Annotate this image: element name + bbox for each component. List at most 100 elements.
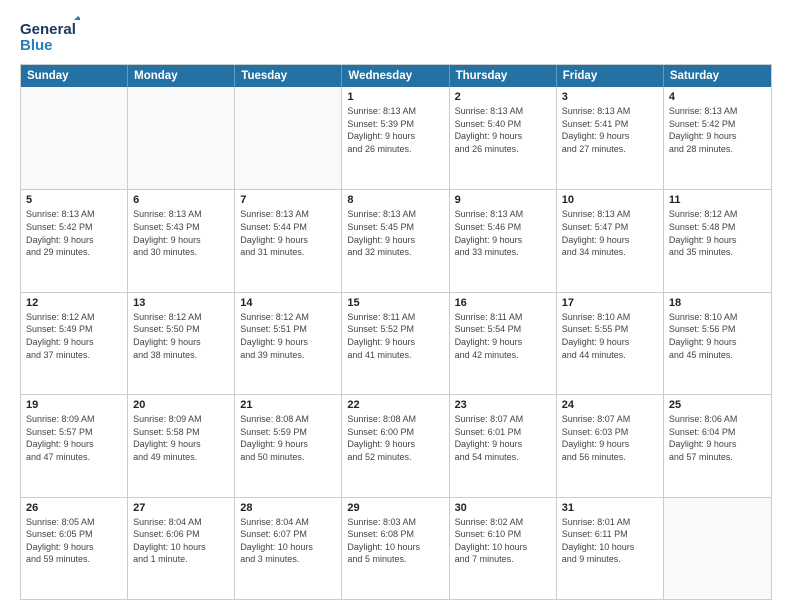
day-number: 1 <box>347 91 443 103</box>
day-info: Sunrise: 8:04 AM Sunset: 6:07 PM Dayligh… <box>240 516 336 566</box>
day-number: 23 <box>455 399 551 411</box>
day-info: Sunrise: 8:02 AM Sunset: 6:10 PM Dayligh… <box>455 516 551 566</box>
day-cell-10: 10 Sunrise: 8:13 AM Sunset: 5:47 PM Dayli… <box>557 190 664 291</box>
day-cell-29: 29 Sunrise: 8:03 AM Sunset: 6:08 PM Dayli… <box>342 498 449 599</box>
day-info: Sunrise: 8:08 AM Sunset: 6:00 PM Dayligh… <box>347 413 443 463</box>
svg-text:General: General <box>20 21 76 38</box>
day-cell-19: 19 Sunrise: 8:09 AM Sunset: 5:57 PM Dayli… <box>21 395 128 496</box>
day-cell-4: 4 Sunrise: 8:13 AM Sunset: 5:42 PM Daylig… <box>664 87 771 189</box>
day-number: 22 <box>347 399 443 411</box>
day-info: Sunrise: 8:13 AM Sunset: 5:40 PM Dayligh… <box>455 105 551 155</box>
calendar-week-3: 12Sunrise: 8:12 AM Sunset: 5:49 PM Dayli… <box>21 292 771 394</box>
day-number: 27 <box>133 502 229 514</box>
day-number: 11 <box>669 194 766 206</box>
logo: General Blue <box>20 16 80 56</box>
day-info: Sunrise: 8:08 AM Sunset: 5:59 PM Dayligh… <box>240 413 336 463</box>
day-number: 10 <box>562 194 658 206</box>
day-cell-28: 28 Sunrise: 8:04 AM Sunset: 6:07 PM Dayli… <box>235 498 342 599</box>
day-info: Sunrise: 8:12 AM Sunset: 5:50 PM Dayligh… <box>133 311 229 361</box>
day-info: Sunrise: 8:07 AM Sunset: 6:03 PM Dayligh… <box>562 413 658 463</box>
day-of-week-header: Saturday <box>664 65 771 87</box>
day-of-week-header: Tuesday <box>235 65 342 87</box>
calendar-week-4: 19 Sunrise: 8:09 AM Sunset: 5:57 PM Dayli… <box>21 394 771 496</box>
day-cell-8: 8 Sunrise: 8:13 AM Sunset: 5:45 PM Daylig… <box>342 190 449 291</box>
day-cell-17: 17 Sunrise: 8:10 AM Sunset: 5:55 PM Dayli… <box>557 293 664 394</box>
empty-cell <box>128 87 235 189</box>
day-info: Sunrise: 8:06 AM Sunset: 6:04 PM Dayligh… <box>669 413 766 463</box>
day-number: 15 <box>347 297 443 309</box>
day-info: Sunrise: 8:13 AM Sunset: 5:44 PM Dayligh… <box>240 208 336 258</box>
day-info: Sunrise: 8:10 AM Sunset: 5:55 PM Dayligh… <box>562 311 658 361</box>
day-number: 2 <box>455 91 551 103</box>
day-number: 14 <box>240 297 336 309</box>
day-number: 19 <box>26 399 122 411</box>
day-info: Sunrise: 8:13 AM Sunset: 5:39 PM Dayligh… <box>347 105 443 155</box>
day-cell-16: 16 Sunrise: 8:11 AM Sunset: 5:54 PM Dayli… <box>450 293 557 394</box>
day-info: Sunrise: 8:07 AM Sunset: 6:01 PM Dayligh… <box>455 413 551 463</box>
day-info: Sunrise: 8:13 AM Sunset: 5:43 PM Dayligh… <box>133 208 229 258</box>
day-number: 31 <box>562 502 658 514</box>
day-number: 8 <box>347 194 443 206</box>
day-info: Sunrise: 8:13 AM Sunset: 5:42 PM Dayligh… <box>669 105 766 155</box>
empty-cell <box>21 87 128 189</box>
day-of-week-header: Sunday <box>21 65 128 87</box>
day-cell-15: 15 Sunrise: 8:11 AM Sunset: 5:52 PM Dayli… <box>342 293 449 394</box>
svg-text:Blue: Blue <box>20 37 53 54</box>
day-number: 24 <box>562 399 658 411</box>
day-number: 16 <box>455 297 551 309</box>
header: General Blue <box>20 16 772 56</box>
day-number: 7 <box>240 194 336 206</box>
day-info: Sunrise: 8:13 AM Sunset: 5:46 PM Dayligh… <box>455 208 551 258</box>
day-number: 4 <box>669 91 766 103</box>
day-info: Sunrise: 8:03 AM Sunset: 6:08 PM Dayligh… <box>347 516 443 566</box>
day-cell-1: 1 Sunrise: 8:13 AM Sunset: 5:39 PM Daylig… <box>342 87 449 189</box>
day-cell-30: 30Sunrise: 8:02 AM Sunset: 6:10 PM Dayli… <box>450 498 557 599</box>
day-number: 29 <box>347 502 443 514</box>
day-info: Sunrise: 8:01 AM Sunset: 6:11 PM Dayligh… <box>562 516 658 566</box>
day-cell-25: 25Sunrise: 8:06 AM Sunset: 6:04 PM Dayli… <box>664 395 771 496</box>
day-info: Sunrise: 8:11 AM Sunset: 5:52 PM Dayligh… <box>347 311 443 361</box>
day-number: 3 <box>562 91 658 103</box>
day-number: 28 <box>240 502 336 514</box>
day-cell-7: 7 Sunrise: 8:13 AM Sunset: 5:44 PM Daylig… <box>235 190 342 291</box>
day-cell-27: 27 Sunrise: 8:04 AM Sunset: 6:06 PM Dayli… <box>128 498 235 599</box>
day-cell-20: 20Sunrise: 8:09 AM Sunset: 5:58 PM Dayli… <box>128 395 235 496</box>
day-number: 21 <box>240 399 336 411</box>
day-info: Sunrise: 8:13 AM Sunset: 5:47 PM Dayligh… <box>562 208 658 258</box>
day-number: 9 <box>455 194 551 206</box>
day-number: 20 <box>133 399 229 411</box>
empty-cell <box>235 87 342 189</box>
day-cell-31: 31 Sunrise: 8:01 AM Sunset: 6:11 PM Dayli… <box>557 498 664 599</box>
day-number: 13 <box>133 297 229 309</box>
day-cell-22: 22 Sunrise: 8:08 AM Sunset: 6:00 PM Dayli… <box>342 395 449 496</box>
calendar: SundayMondayTuesdayWednesdayThursdayFrid… <box>20 64 772 600</box>
day-info: Sunrise: 8:12 AM Sunset: 5:48 PM Dayligh… <box>669 208 766 258</box>
day-info: Sunrise: 8:12 AM Sunset: 5:51 PM Dayligh… <box>240 311 336 361</box>
day-number: 17 <box>562 297 658 309</box>
calendar-header: SundayMondayTuesdayWednesdayThursdayFrid… <box>21 65 771 87</box>
day-cell-23: 23 Sunrise: 8:07 AM Sunset: 6:01 PM Dayli… <box>450 395 557 496</box>
day-info: Sunrise: 8:13 AM Sunset: 5:42 PM Dayligh… <box>26 208 122 258</box>
day-of-week-header: Monday <box>128 65 235 87</box>
day-cell-21: 21 Sunrise: 8:08 AM Sunset: 5:59 PM Dayli… <box>235 395 342 496</box>
day-info: Sunrise: 8:13 AM Sunset: 5:41 PM Dayligh… <box>562 105 658 155</box>
day-cell-3: 3 Sunrise: 8:13 AM Sunset: 5:41 PM Daylig… <box>557 87 664 189</box>
page: General Blue SundayMondayTuesdayWednesda… <box>0 0 792 612</box>
calendar-week-1: 1 Sunrise: 8:13 AM Sunset: 5:39 PM Daylig… <box>21 87 771 189</box>
day-cell-13: 13 Sunrise: 8:12 AM Sunset: 5:50 PM Dayli… <box>128 293 235 394</box>
day-info: Sunrise: 8:11 AM Sunset: 5:54 PM Dayligh… <box>455 311 551 361</box>
day-info: Sunrise: 8:09 AM Sunset: 5:57 PM Dayligh… <box>26 413 122 463</box>
day-cell-26: 26Sunrise: 8:05 AM Sunset: 6:05 PM Dayli… <box>21 498 128 599</box>
calendar-week-2: 5Sunrise: 8:13 AM Sunset: 5:42 PM Daylig… <box>21 189 771 291</box>
day-number: 12 <box>26 297 122 309</box>
empty-cell <box>664 498 771 599</box>
day-cell-24: 24 Sunrise: 8:07 AM Sunset: 6:03 PM Dayli… <box>557 395 664 496</box>
day-cell-9: 9 Sunrise: 8:13 AM Sunset: 5:46 PM Daylig… <box>450 190 557 291</box>
day-of-week-header: Thursday <box>450 65 557 87</box>
day-info: Sunrise: 8:04 AM Sunset: 6:06 PM Dayligh… <box>133 516 229 566</box>
day-info: Sunrise: 8:13 AM Sunset: 5:45 PM Dayligh… <box>347 208 443 258</box>
day-number: 18 <box>669 297 766 309</box>
day-cell-18: 18 Sunrise: 8:10 AM Sunset: 5:56 PM Dayli… <box>664 293 771 394</box>
day-info: Sunrise: 8:10 AM Sunset: 5:56 PM Dayligh… <box>669 311 766 361</box>
calendar-body: 1 Sunrise: 8:13 AM Sunset: 5:39 PM Daylig… <box>21 87 771 599</box>
